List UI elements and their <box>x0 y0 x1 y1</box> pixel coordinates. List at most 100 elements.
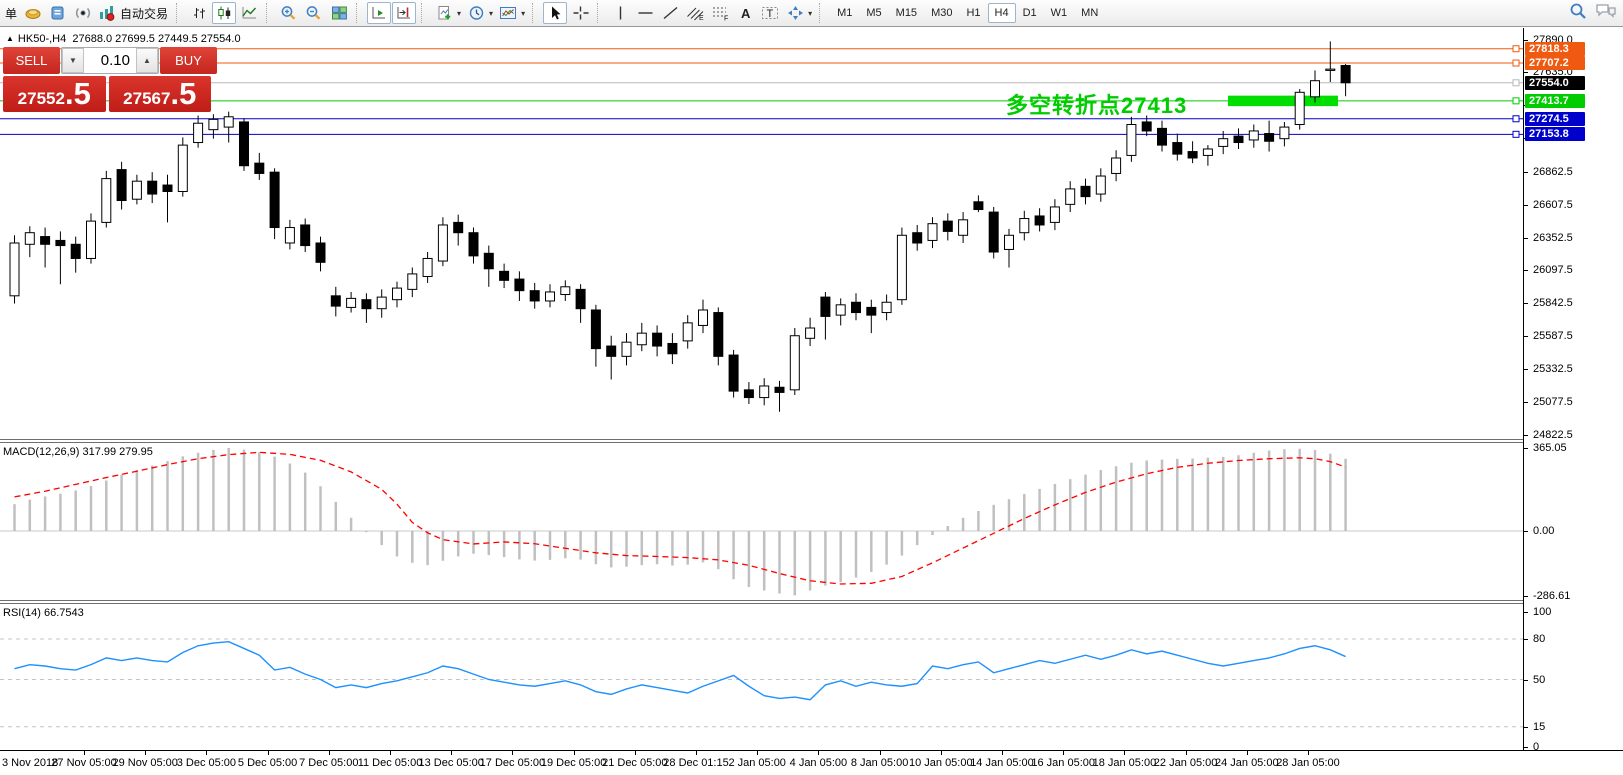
volume-increase-button[interactable]: ▲ <box>136 48 158 73</box>
templates-dropdown[interactable]: ▾ <box>521 9 525 18</box>
time-label: 2 Jan 05:00 <box>728 757 786 769</box>
timeframe-d1[interactable]: D1 <box>1016 3 1044 23</box>
chat-icon[interactable] <box>1595 2 1617 25</box>
time-axis[interactable]: 3 Nov 201827 Nov 05:0029 Nov 05:003 Dec … <box>0 750 1623 775</box>
indicators-icon[interactable] <box>432 2 456 24</box>
gold-ingot-icon[interactable] <box>21 2 45 24</box>
time-tick <box>635 751 636 755</box>
arrows-dropdown[interactable]: ▾ <box>808 9 812 18</box>
chart-shift-icon[interactable] <box>392 2 416 24</box>
arrows-icon[interactable] <box>783 2 807 24</box>
time-label: 17 Dec 05:00 <box>480 757 545 769</box>
periods-dropdown[interactable]: ▾ <box>489 9 493 18</box>
time-label: 28 Dec 01:15 <box>663 757 728 769</box>
time-tick <box>451 751 452 755</box>
time-tick <box>818 751 819 755</box>
fibonacci-icon[interactable]: F <box>708 2 732 24</box>
timeframe-w1[interactable]: W1 <box>1044 3 1075 23</box>
timeframe-m30[interactable]: M30 <box>924 3 959 23</box>
time-label: 27 Nov 05:00 <box>51 757 116 769</box>
toolbar-separator <box>266 3 273 23</box>
cursor-icon[interactable] <box>543 2 567 24</box>
zoom-out-icon[interactable] <box>302 2 326 24</box>
signal-icon[interactable] <box>71 2 95 24</box>
sell-button[interactable]: SELL <box>3 47 60 74</box>
collapse-triangle-icon[interactable]: ▲ <box>6 34 14 43</box>
sell-price-main: 27552 <box>18 83 65 115</box>
search-icon[interactable] <box>1569 2 1587 25</box>
price-badge-27707.2: 27707.2 <box>1525 56 1585 70</box>
buy-button[interactable]: BUY <box>160 47 217 74</box>
equidistant-channel-icon[interactable]: E <box>683 2 707 24</box>
zoom-in-icon[interactable] <box>277 2 301 24</box>
symbol-period: HK50-,H4 <box>18 33 66 45</box>
publisher-icon[interactable] <box>46 2 70 24</box>
line-chart-icon[interactable] <box>237 2 261 24</box>
templates-icon[interactable] <box>496 2 520 24</box>
time-tick <box>329 751 330 755</box>
time-label: 3 Nov 2018 <box>2 757 58 769</box>
new-order-button[interactable]: 单 <box>2 5 20 22</box>
trendline-icon[interactable] <box>658 2 682 24</box>
text-icon[interactable]: A <box>733 2 757 24</box>
time-tick <box>1002 751 1003 755</box>
indicators-dropdown[interactable]: ▾ <box>457 9 461 18</box>
price-scale-label: 26862.5 <box>1524 165 1573 179</box>
timeframe-m1[interactable]: M1 <box>830 3 859 23</box>
time-tick <box>1308 751 1309 755</box>
vertical-line-icon[interactable] <box>608 2 632 24</box>
time-label: 21 Dec 05:00 <box>602 757 667 769</box>
time-tick <box>574 751 575 755</box>
svg-text:A: A <box>741 6 751 21</box>
time-label: 24 Jan 05:00 <box>1215 757 1279 769</box>
time-tick <box>145 751 146 755</box>
rsi-scale-label: 15 <box>1524 720 1545 734</box>
time-tick <box>880 751 881 755</box>
autotrading-button[interactable]: 自动交易 <box>117 5 171 22</box>
crosshair-icon[interactable] <box>568 2 592 24</box>
bar-chart-icon[interactable] <box>187 2 211 24</box>
timeframe-h1[interactable]: H1 <box>959 3 987 23</box>
periods-icon[interactable] <box>464 2 488 24</box>
timeframe-h4[interactable]: H4 <box>988 3 1016 23</box>
timeframe-mn[interactable]: MN <box>1074 3 1105 23</box>
price-axis[interactable]: 27890.027635.027380.027125.026862.526607… <box>1524 28 1623 750</box>
auto-scroll-icon[interactable] <box>367 2 391 24</box>
macd-scale-label: -286.61 <box>1524 589 1570 603</box>
rsi-indicator-panel[interactable] <box>0 604 1523 750</box>
price-badge-27274.5: 27274.5 <box>1525 112 1585 126</box>
timeframe-m5[interactable]: M5 <box>859 3 888 23</box>
price-badge-27413.7: 27413.7 <box>1525 94 1585 108</box>
time-tick <box>390 751 391 755</box>
volume-input[interactable] <box>84 48 136 73</box>
price-scale-label: 26352.5 <box>1524 231 1573 245</box>
macd-indicator-panel[interactable] <box>0 443 1523 600</box>
time-label: 14 Jan 05:00 <box>970 757 1034 769</box>
timeframe-m15[interactable]: M15 <box>889 3 924 23</box>
time-label: 18 Jan 05:00 <box>1093 757 1157 769</box>
time-tick <box>1063 751 1064 755</box>
candlestick-chart-icon[interactable] <box>212 2 236 24</box>
toolbar-separator <box>356 3 363 23</box>
horizontal-line-icon[interactable] <box>633 2 657 24</box>
sell-price-display[interactable]: 27552 .5 <box>3 76 106 112</box>
buy-price-display[interactable]: 27567 .5 <box>109 76 212 112</box>
svg-text:T: T <box>767 8 774 20</box>
main-price-chart[interactable] <box>0 28 1523 440</box>
time-label: 28 Jan 05:00 <box>1276 757 1340 769</box>
tile-windows-icon[interactable] <box>327 2 351 24</box>
svg-text:F: F <box>724 16 728 22</box>
time-label: 19 Dec 05:00 <box>541 757 606 769</box>
rsi-scale-label: 100 <box>1524 605 1551 619</box>
time-tick <box>512 751 513 755</box>
time-tick <box>268 751 269 755</box>
price-scale-label: 24822.5 <box>1524 428 1573 442</box>
time-tick <box>1247 751 1248 755</box>
ohlc-readout: 27688.0 27699.5 27449.5 27554.0 <box>72 33 240 45</box>
one-click-trade-panel: SELL ▼ ▲ BUY 27552 .5 27567 .5 <box>3 47 211 112</box>
text-label-icon[interactable]: T <box>758 2 782 24</box>
toolbar-separator <box>597 3 604 23</box>
volume-decrease-button[interactable]: ▼ <box>62 48 84 73</box>
sell-price-frac: .5 <box>65 78 91 110</box>
autotrading-icon[interactable] <box>96 2 116 24</box>
